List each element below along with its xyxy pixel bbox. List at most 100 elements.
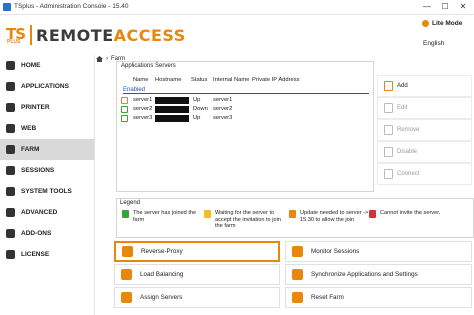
disable-icon	[384, 147, 393, 157]
legend-text: Update needed to server -> 15.30 to allo…	[300, 210, 369, 223]
lightbulb-icon	[422, 20, 429, 27]
add-button[interactable]: Add	[377, 75, 472, 97]
logo-remote: REMOTE	[36, 26, 114, 45]
column-header[interactable]: Private IP Address	[252, 77, 300, 83]
legend-item: Update needed to server -> 15.30 to allo…	[289, 210, 371, 223]
reset-farm-button[interactable]: Reset Farm	[285, 287, 472, 308]
sidebar-item-license[interactable]: LICENSE	[0, 244, 94, 265]
disable-label: Disable	[397, 149, 418, 155]
maximize-button[interactable]: ☐	[438, 2, 452, 12]
column-header[interactable]: Name	[133, 77, 148, 83]
synchronize-icon	[292, 269, 303, 280]
sidebar-item-system-tools[interactable]: SYSTEM TOOLS	[0, 181, 94, 202]
legend-item: Waiting for the server to accept the inv…	[204, 210, 286, 230]
hostname-redacted	[155, 115, 189, 122]
sidebar-item-label: ADD-ONS	[21, 230, 52, 237]
server-name: server1	[133, 97, 153, 103]
server-joined-icon	[121, 106, 128, 113]
server-joined-icon	[121, 115, 128, 122]
minimize-button[interactable]: —	[420, 2, 434, 12]
disable-button[interactable]: Disable	[377, 141, 472, 163]
servers-caption: Applications Servers	[119, 63, 178, 69]
sidebar-item-sessions[interactable]: SESSIONS	[0, 160, 94, 181]
remove-icon	[384, 125, 393, 135]
legend-text: Cannot invite the server.	[380, 210, 441, 216]
add-label: Add	[397, 83, 408, 89]
server-name: server2	[133, 106, 153, 112]
assign-servers-button[interactable]: Assign Servers	[114, 287, 280, 308]
lite-mode-toggle[interactable]: Lite Mode	[422, 20, 462, 27]
server-name: server3	[133, 115, 153, 121]
breadcrumb-separator: ›	[106, 56, 108, 62]
sidebar-item-label: SESSIONS	[21, 167, 55, 174]
web-icon	[6, 124, 15, 133]
legend-caption: Legend	[120, 200, 141, 206]
server-internal-name: server3	[213, 115, 233, 121]
column-header[interactable]: Hostname	[155, 77, 181, 83]
connect-button[interactable]: Connect	[377, 163, 472, 185]
group-enabled: Enabled	[123, 87, 369, 94]
monitor-sessions-icon	[292, 246, 303, 257]
legend-item: The server has joined the farm	[122, 210, 200, 223]
hostname-redacted	[155, 106, 189, 113]
hostname-redacted	[155, 97, 189, 104]
column-header[interactable]: Internal Name	[213, 77, 249, 83]
language-select[interactable]: English	[423, 40, 444, 47]
sidebar-item-label: PRINTER	[21, 104, 50, 111]
reverse-proxy-label: Reverse-Proxy	[141, 248, 183, 255]
sidebar-item-label: HOME	[21, 62, 41, 69]
license-icon	[6, 250, 15, 259]
remove-button[interactable]: Remove	[377, 119, 472, 141]
reverse-proxy-icon	[122, 246, 133, 257]
edit-icon	[384, 103, 393, 113]
edit-button[interactable]: Edit	[377, 97, 472, 119]
connect-icon	[384, 169, 393, 179]
sidebar-item-farm[interactable]: FARM	[0, 139, 94, 160]
server-joined-icon	[121, 97, 128, 104]
reverse-proxy-button[interactable]: Reverse-Proxy	[114, 241, 280, 262]
assign-servers-label: Assign Servers	[140, 294, 183, 301]
reset-farm-icon	[292, 292, 303, 303]
farm-icon	[6, 145, 15, 154]
legend-text: Waiting for the server to accept the inv…	[215, 210, 281, 229]
sidebar-item-label: WEB	[21, 125, 37, 132]
load-balancing-label: Load Balancing	[140, 271, 184, 278]
sidebar-item-printer[interactable]: PRINTER	[0, 97, 94, 118]
table-row[interactable]: server3 Up server3	[121, 114, 369, 123]
title-bar: TSplus - Administration Console - 15.40 …	[0, 0, 474, 15]
sidebar-item-label: FARM	[21, 146, 40, 153]
monitor-sessions-label: Monitor Sessions	[311, 248, 360, 255]
sidebar-item-add-ons[interactable]: ADD-ONS	[0, 223, 94, 244]
monitor-sessions-button[interactable]: Monitor Sessions	[285, 241, 472, 262]
sidebar-item-web[interactable]: WEB	[0, 118, 94, 139]
sidebar-item-advanced[interactable]: ADVANCED	[0, 202, 94, 223]
server-internal-name: server1	[213, 97, 233, 103]
assign-servers-icon	[121, 292, 132, 303]
home-icon	[6, 61, 15, 70]
applications-icon	[6, 82, 15, 91]
server-internal-name: server2	[213, 106, 233, 112]
table-row[interactable]: server1 Up server1	[121, 96, 369, 105]
logo-bar	[30, 25, 32, 45]
update-needed-icon	[289, 210, 296, 218]
sidebar-item-home[interactable]: HOME	[0, 55, 94, 76]
table-row[interactable]: server2 Down server2	[121, 105, 369, 114]
sidebar-item-label: ADVANCED	[21, 209, 58, 216]
lite-mode-label: Lite Mode	[432, 20, 463, 27]
synchronize-button[interactable]: Synchronize Applications and Settings	[285, 264, 472, 285]
column-header[interactable]: Status	[191, 77, 207, 83]
waiting-icon	[204, 210, 211, 218]
sessions-icon	[6, 166, 15, 175]
sidebar-item-applications[interactable]: APPLICATIONS	[0, 76, 94, 97]
load-balancing-button[interactable]: Load Balancing	[114, 264, 280, 285]
window-title: TSplus - Administration Console - 15.40	[14, 3, 129, 10]
close-button[interactable]: ✕	[456, 2, 470, 12]
advanced-icon	[6, 208, 15, 217]
servers-panel: Applications Servers Name Hostname Statu…	[116, 61, 374, 192]
home-icon[interactable]	[96, 56, 103, 62]
server-joined-icon	[122, 210, 129, 218]
server-status: Up	[193, 97, 201, 103]
cannot-invite-icon	[369, 210, 376, 218]
add-ons-icon	[6, 229, 15, 238]
server-status: Down	[193, 106, 208, 112]
